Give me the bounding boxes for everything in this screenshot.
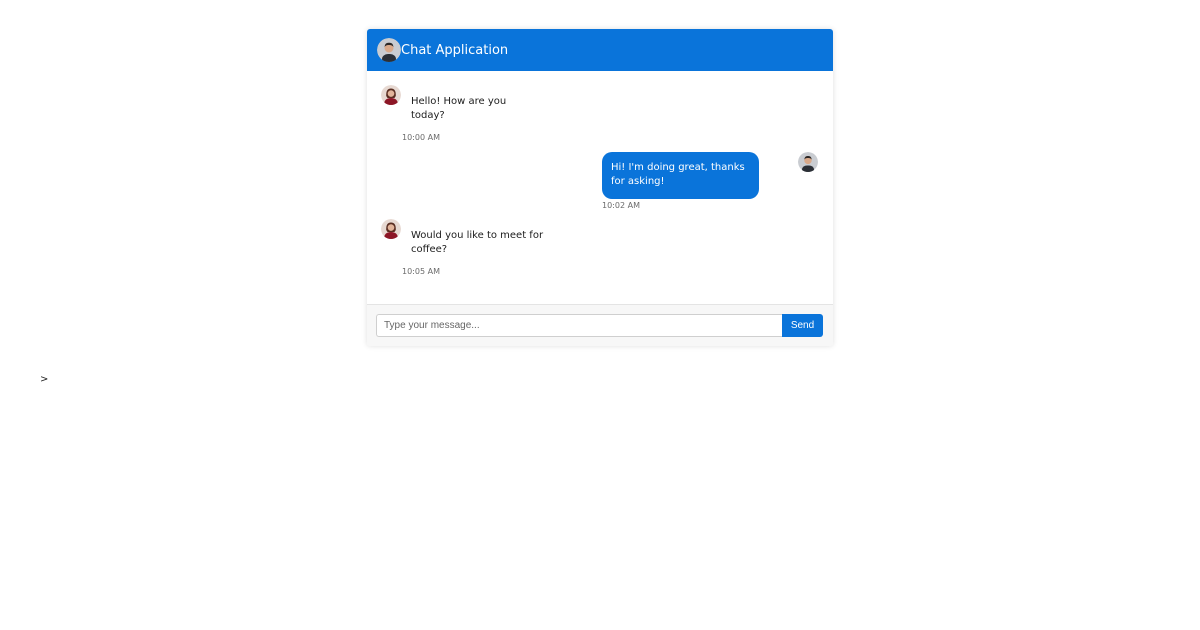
message-composer: Send [367,304,833,346]
message-received: Would you like to meet for coffee? 10:05… [381,219,561,276]
stray-text: > [40,374,49,385]
message-timestamp: 10:02 AM [602,201,640,210]
chat-title: Chat Application [401,42,509,58]
chat-header: Chat Application [367,29,833,71]
message-sent: Hi! I'm doing great, thanks for asking! … [602,152,818,210]
message-received: Hello! How are you today? 10:00 AM [381,85,531,142]
contact-avatar-icon [381,219,401,239]
message-input[interactable] [376,314,782,337]
message-timestamp: 10:05 AM [402,267,440,276]
user-avatar-icon [377,38,401,62]
chat-window: Chat Application Hello! How are you toda… [367,29,833,346]
message-list[interactable]: Hello! How are you today? 10:00 AM Hi! I… [367,71,833,304]
message-bubble: Hi! I'm doing great, thanks for asking! [602,152,759,199]
send-button[interactable]: Send [782,314,823,337]
message-text: Would you like to meet for coffee? [411,230,544,255]
message-text: Hello! How are you today? [411,96,507,121]
message-timestamp: 10:00 AM [402,133,440,142]
contact-avatar-icon [381,85,401,105]
user-avatar-icon [798,152,818,172]
